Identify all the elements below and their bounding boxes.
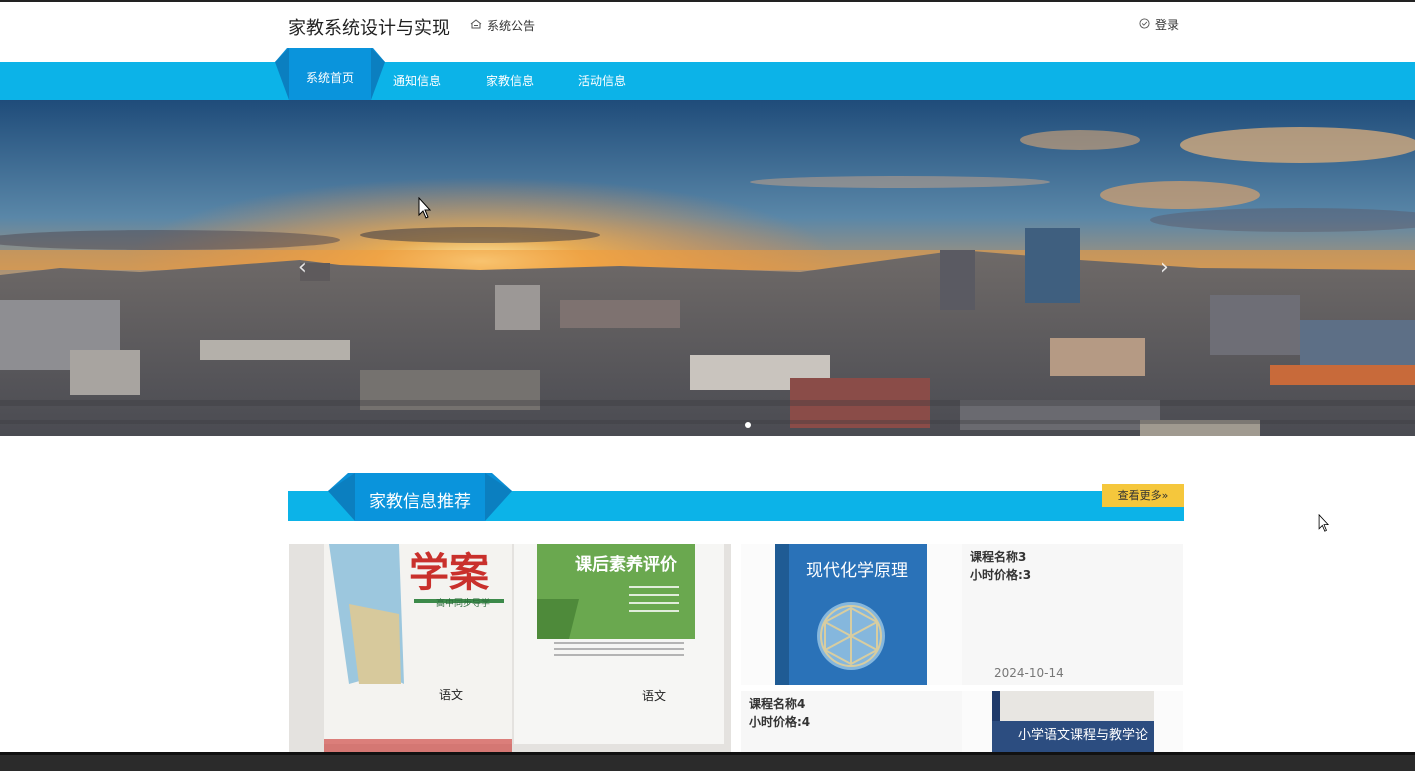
svg-text:学案: 学案 bbox=[409, 549, 490, 596]
textbooks-photo: 学案 高中同步导学 语文 课后素养评价 语文 bbox=[289, 544, 731, 754]
featured-tutoring-card[interactable]: 学案 高中同步导学 语文 课后素养评价 语文 bbox=[289, 544, 731, 754]
notice-label: 系统公告 bbox=[487, 19, 536, 33]
hero-banner: ‹ › bbox=[0, 100, 1415, 436]
tutoring-card-info[interactable]: 课程名称4 小时价格:4 bbox=[741, 691, 962, 752]
course-name: 课程名称4 bbox=[749, 697, 806, 711]
login-link[interactable]: 登录 bbox=[1139, 16, 1179, 33]
login-label: 登录 bbox=[1155, 18, 1180, 32]
tutoring-card-info[interactable]: 课程名称3 小时价格:3 2024-10-14 bbox=[962, 544, 1183, 685]
hourly-price: 小时价格:4 bbox=[749, 715, 811, 729]
nav-item-notices[interactable]: 通知信息 bbox=[393, 62, 441, 100]
chinese-teaching-book-cover: 小学语文课程与教学论 bbox=[962, 691, 1183, 752]
svg-text:高中同步导学: 高中同步导学 bbox=[436, 597, 490, 609]
taskbar-edge bbox=[0, 752, 1415, 755]
nav-item-label: 系统首页 bbox=[305, 71, 354, 85]
banner-slide-dot[interactable] bbox=[745, 422, 751, 428]
site-title: 家教系统设计与实现 bbox=[288, 18, 450, 39]
svg-text:语文: 语文 bbox=[642, 688, 666, 703]
check-circle-icon bbox=[1139, 17, 1150, 32]
system-notice-link[interactable]: 系统公告 bbox=[470, 17, 535, 34]
banner-next-arrow[interactable]: › bbox=[1160, 255, 1169, 280]
nav-item-home[interactable]: 系统首页 bbox=[275, 48, 385, 100]
section-title: 家教信息推荐 bbox=[369, 492, 471, 512]
view-more-button[interactable]: 查看更多» bbox=[1102, 484, 1184, 507]
main-nav: 系统首页 通知信息 家教信息 活动信息 bbox=[0, 48, 1415, 100]
hourly-price: 小时价格:3 bbox=[970, 568, 1032, 582]
tutoring-card-cover[interactable]: 现代化学原理 bbox=[741, 544, 962, 685]
city-sunset-image bbox=[0, 100, 1415, 436]
chem-book-title: 现代化学原理 bbox=[806, 561, 908, 581]
svg-text:课后素养评价: 课后素养评价 bbox=[575, 554, 678, 575]
banner-prev-arrow[interactable]: ‹ bbox=[298, 255, 307, 280]
chinese-book-title: 小学语文课程与教学论 bbox=[1018, 727, 1148, 743]
post-date: 2024-10-14 bbox=[994, 666, 1064, 680]
site-header: 家教系统设计与实现 系统公告 登录 bbox=[0, 2, 1415, 62]
nav-item-activities[interactable]: 活动信息 bbox=[578, 62, 626, 100]
svg-text:语文: 语文 bbox=[439, 687, 463, 702]
course-name: 课程名称3 bbox=[970, 550, 1027, 564]
tutoring-card-cover[interactable]: 小学语文课程与教学论 bbox=[962, 691, 1183, 752]
notice-icon bbox=[470, 18, 482, 33]
mouse-cursor-icon bbox=[418, 197, 432, 219]
nav-item-tutoring[interactable]: 家教信息 bbox=[486, 62, 534, 100]
mouse-cursor-icon bbox=[1318, 514, 1330, 532]
chemistry-book-cover: 现代化学原理 bbox=[741, 544, 962, 685]
